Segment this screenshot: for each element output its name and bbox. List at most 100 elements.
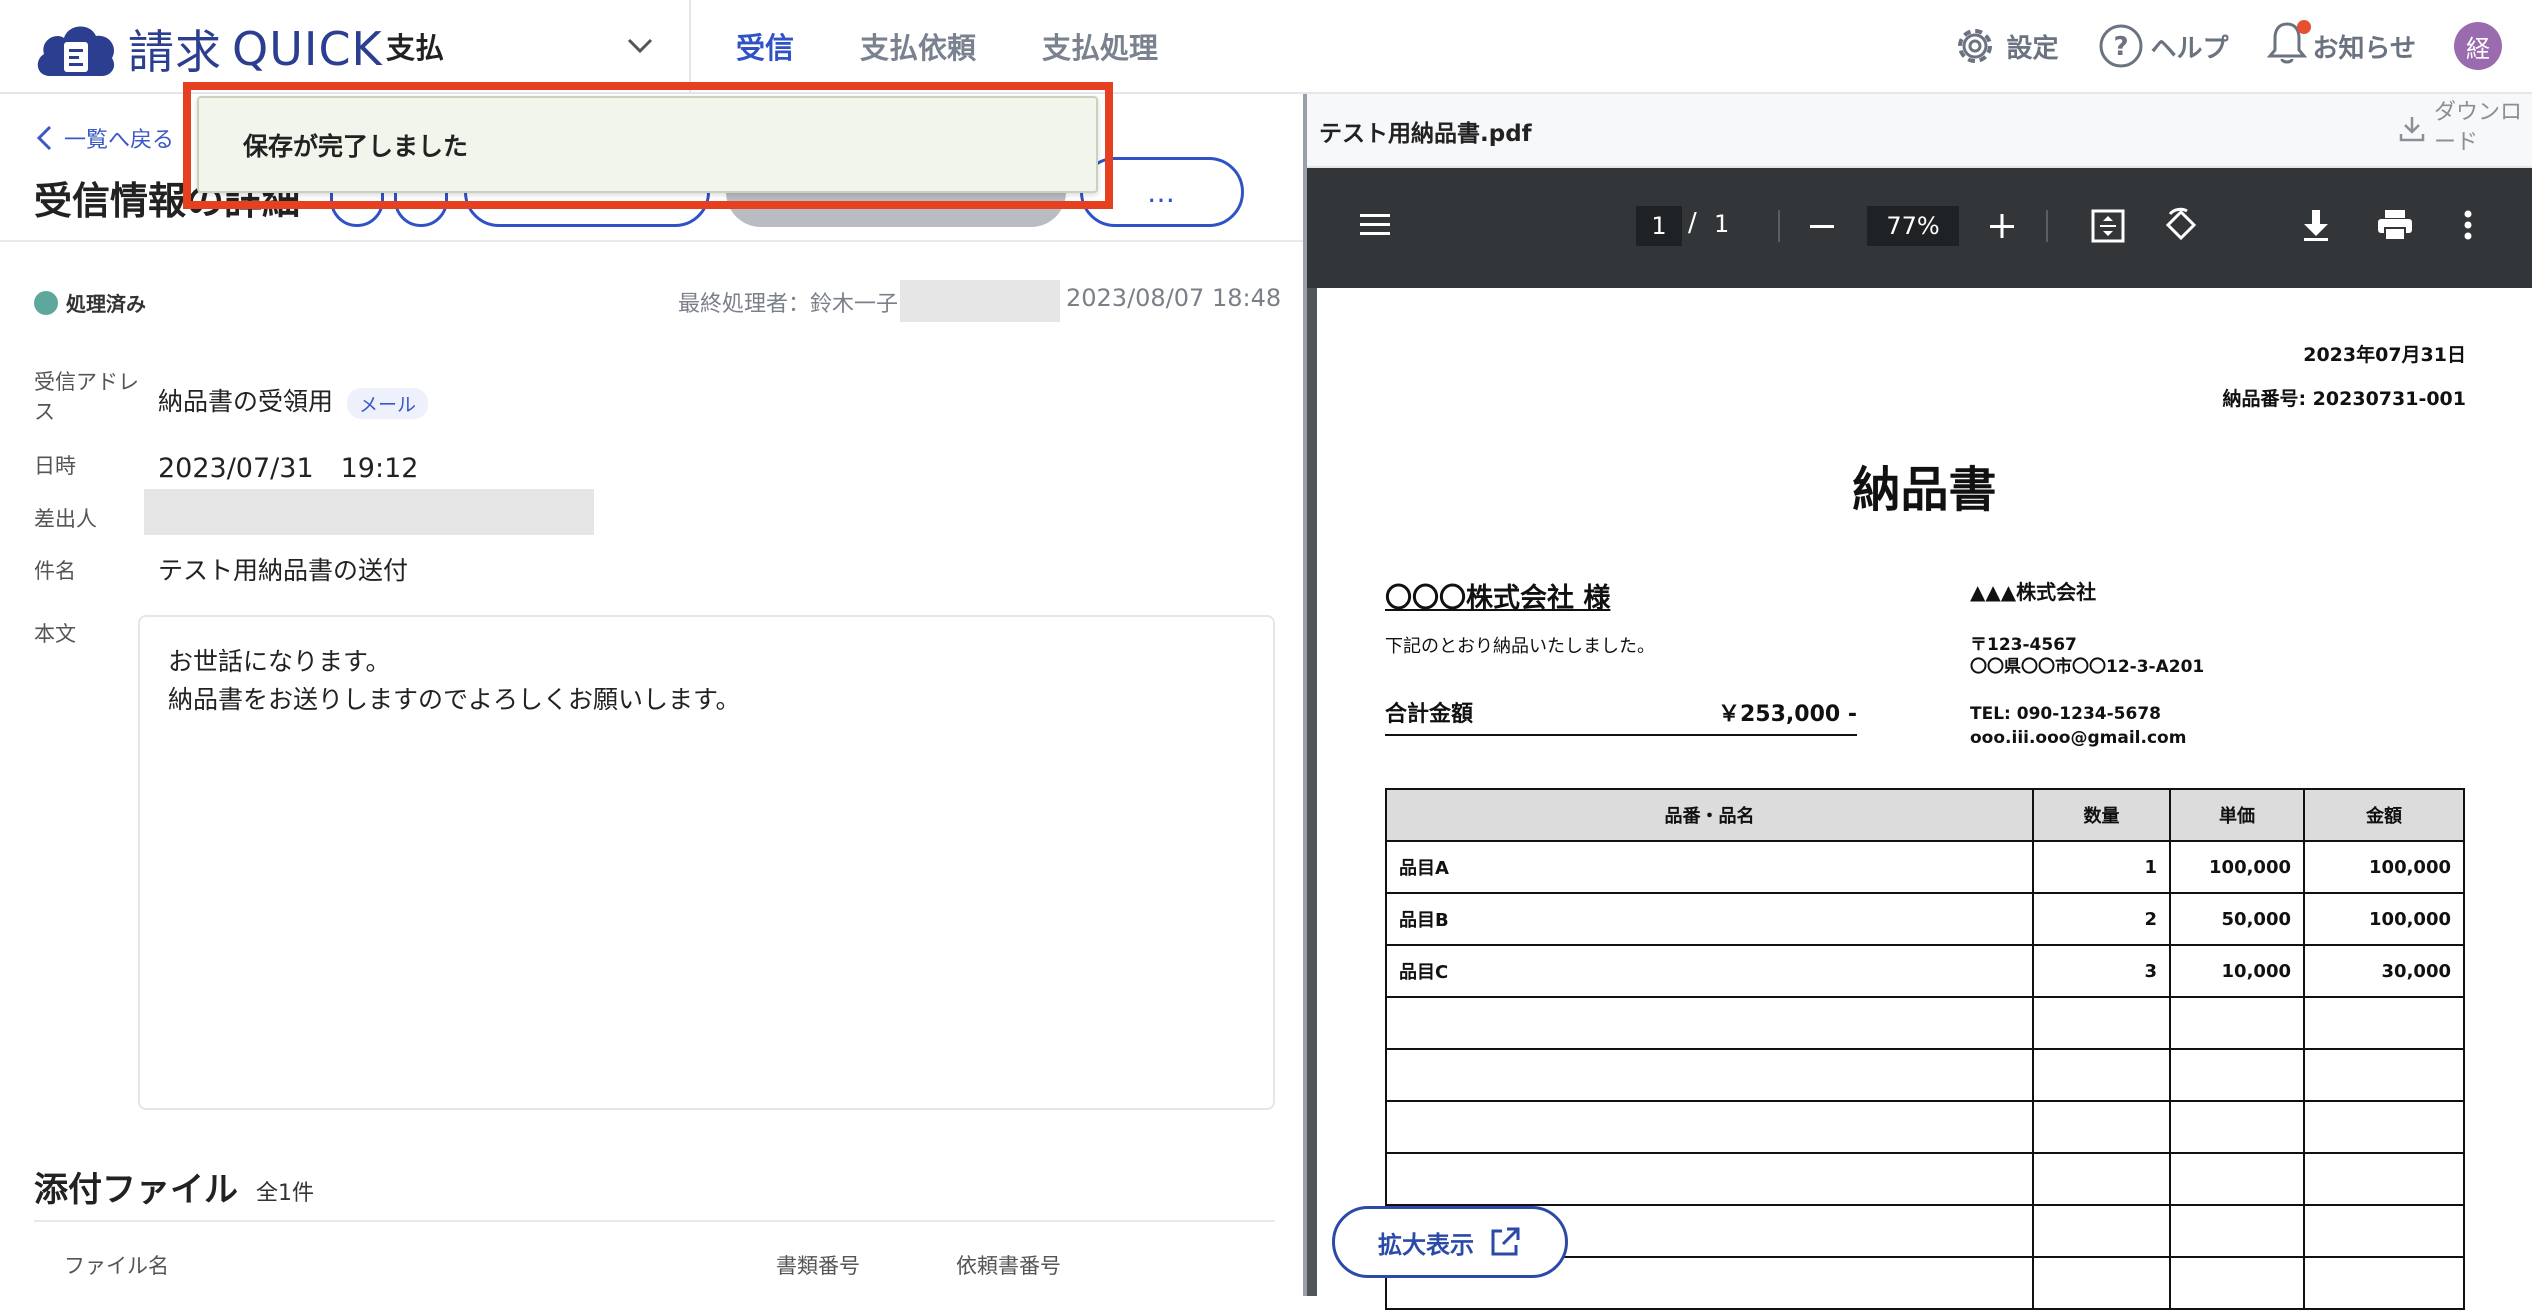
table-cell: 10,000: [2169, 944, 2305, 998]
table-cell: [2169, 1256, 2305, 1310]
table-cell: [2032, 1048, 2171, 1102]
table-cell: [2169, 996, 2305, 1050]
chevron-left-icon: [36, 125, 52, 151]
table-cell: 品目C: [1385, 944, 2034, 998]
nav-tab-payment-request[interactable]: 支払依頼: [860, 0, 976, 92]
table-cell: [2303, 1100, 2465, 1154]
table-row: 品目C 3 10,000 30,000: [1385, 944, 2465, 998]
attachments-title: 添付ファイル: [34, 1170, 238, 1210]
top-bar: 請求 QUICK 支払 受信 支払依頼 支払処理 設定 ? ヘルプ お知らせ 経: [0, 0, 2532, 94]
download-icon: [2399, 117, 2425, 142]
settings-label: 設定: [2006, 33, 2059, 64]
table-cell: 100,000: [2169, 840, 2305, 894]
status-dot: [34, 290, 58, 315]
help-label: ヘルプ: [2150, 33, 2229, 64]
status-badge: 処理済み: [34, 288, 146, 317]
zoom-out-icon[interactable]: [1808, 212, 1836, 240]
last-processor: 最終処理者：鈴木一子: [678, 292, 899, 317]
table-cell: [2032, 1256, 2171, 1310]
date-label: 日時: [34, 454, 76, 478]
bell-icon-wrap: [2266, 19, 2313, 73]
table-cell: [2303, 996, 2465, 1050]
toolbar-separator: [2046, 210, 2048, 242]
logo-kanji: 請求: [128, 25, 222, 79]
table-row: 品目A 1 100,000 100,000: [1385, 840, 2465, 894]
more-vert-icon[interactable]: [2462, 208, 2474, 242]
table-cell: [2032, 1152, 2171, 1206]
last-processed-date: 2023/08/07 18:48: [1066, 284, 1282, 312]
pdf-page: 2023年07月31日 納品番号: 20230731-001 納品書 〇〇〇株式…: [1317, 288, 2532, 1310]
download-label-line: ード: [2434, 130, 2479, 155]
address-value-text: 納品書の受領用: [158, 387, 334, 416]
table-cell: 品目A: [1385, 840, 2034, 894]
zoom-level[interactable]: 77%: [1867, 206, 1959, 246]
print-icon[interactable]: [2376, 208, 2414, 242]
items-header: 数量: [2032, 788, 2171, 842]
back-to-list-link[interactable]: 一覧へ戻る: [34, 122, 174, 154]
gear-icon: [1958, 29, 1993, 63]
table-cell: 品目B: [1385, 892, 2034, 946]
body-line: お世話になります。: [168, 647, 391, 676]
doc-recipient: 〇〇〇株式会社 様: [1385, 583, 1611, 614]
sender-label: 差出人: [34, 507, 97, 531]
doc-email: ooo.iii.ooo@gmail.com: [1970, 728, 2187, 748]
save-success-toast: 保存が完了しました: [197, 96, 1098, 193]
table-cell: [2303, 1204, 2465, 1258]
main-nav: 受信 支払依頼 支払処理: [736, 0, 1224, 92]
table-cell: [2169, 1048, 2305, 1102]
toolbar-separator: [1778, 210, 1780, 242]
doc-total-label: 合計金額: [1385, 702, 1474, 727]
table-cell: [2169, 1204, 2305, 1258]
page-separator: /: [1688, 208, 1697, 238]
doc-total: 合計金額 ￥253,000 -: [1385, 696, 1857, 736]
mail-body: お世話になります。 納品書をお送りしますのでよろしくお願いします。: [138, 615, 1275, 1110]
table-cell: 3: [2032, 944, 2171, 998]
sender-redacted: [144, 489, 594, 535]
nav-tab-receive[interactable]: 受信: [736, 0, 794, 92]
chevron-down-icon: [627, 38, 653, 54]
logo-latin: QUICK: [232, 22, 383, 76]
doc-intro: 下記のとおり納品いたしました。: [1385, 636, 1655, 657]
table-cell: [2169, 1100, 2305, 1154]
page-total: 1: [1714, 210, 1730, 238]
settings-link[interactable]: 設定: [1950, 21, 2059, 71]
page-number-input[interactable]: 1: [1636, 206, 1682, 246]
app-logo[interactable]: 請求 QUICK: [32, 16, 383, 82]
doc-total-value: ￥253,000 -: [1718, 702, 1857, 727]
user-avatar[interactable]: 経: [2454, 22, 2502, 70]
table-cell: 50,000: [2169, 892, 2305, 946]
address-label-line2: ス: [34, 400, 55, 424]
items-header: 品番・品名: [1385, 788, 2034, 842]
toast-message: 保存が完了しました: [243, 131, 469, 161]
rotate-icon[interactable]: [2162, 206, 2200, 244]
attachments-divider: [34, 1220, 1275, 1222]
doc-tel: TEL: 090-1234-5678: [1970, 704, 2161, 724]
address-value: 納品書の受領用 メール: [158, 382, 429, 419]
table-cell: [1385, 1048, 2034, 1102]
back-link-label: 一覧へ戻る: [64, 128, 175, 153]
expand-view-button[interactable]: 拡大表示: [1332, 1206, 1568, 1278]
date-value: 2023/07/31 19:12: [158, 453, 419, 484]
download-label: ダウンロ ード: [2434, 98, 2528, 158]
subject-value: テスト用納品書の送付: [158, 556, 409, 585]
table-cell: 2: [2032, 892, 2171, 946]
notifications-link[interactable]: お知らせ: [2266, 19, 2416, 73]
nav-tab-payment-processing[interactable]: 支払処理: [1042, 0, 1158, 92]
col-request-no: 依頼書番号: [956, 1254, 1061, 1278]
menu-icon[interactable]: [1358, 208, 1392, 242]
table-cell: [2169, 1152, 2305, 1206]
zoom-in-icon[interactable]: [1988, 212, 2016, 240]
cloud-doc-icon: [32, 18, 118, 80]
doc-date: 2023年07月31日: [2303, 344, 2466, 366]
fit-page-icon[interactable]: [2090, 208, 2126, 244]
download-link[interactable]: ダウンロ ード: [2398, 98, 2528, 158]
table-cell: 1: [2032, 840, 2171, 894]
table-row-empty: [1385, 1100, 2465, 1154]
col-doc-no: 書類番号: [776, 1254, 860, 1278]
module-select[interactable]: 支払: [386, 0, 691, 92]
table-cell: 30,000: [2303, 944, 2465, 998]
download-pdf-icon[interactable]: [2300, 208, 2332, 242]
body-label: 本文: [34, 622, 76, 646]
subject-label: 件名: [34, 559, 76, 583]
help-link[interactable]: ? ヘルプ: [2097, 22, 2229, 70]
